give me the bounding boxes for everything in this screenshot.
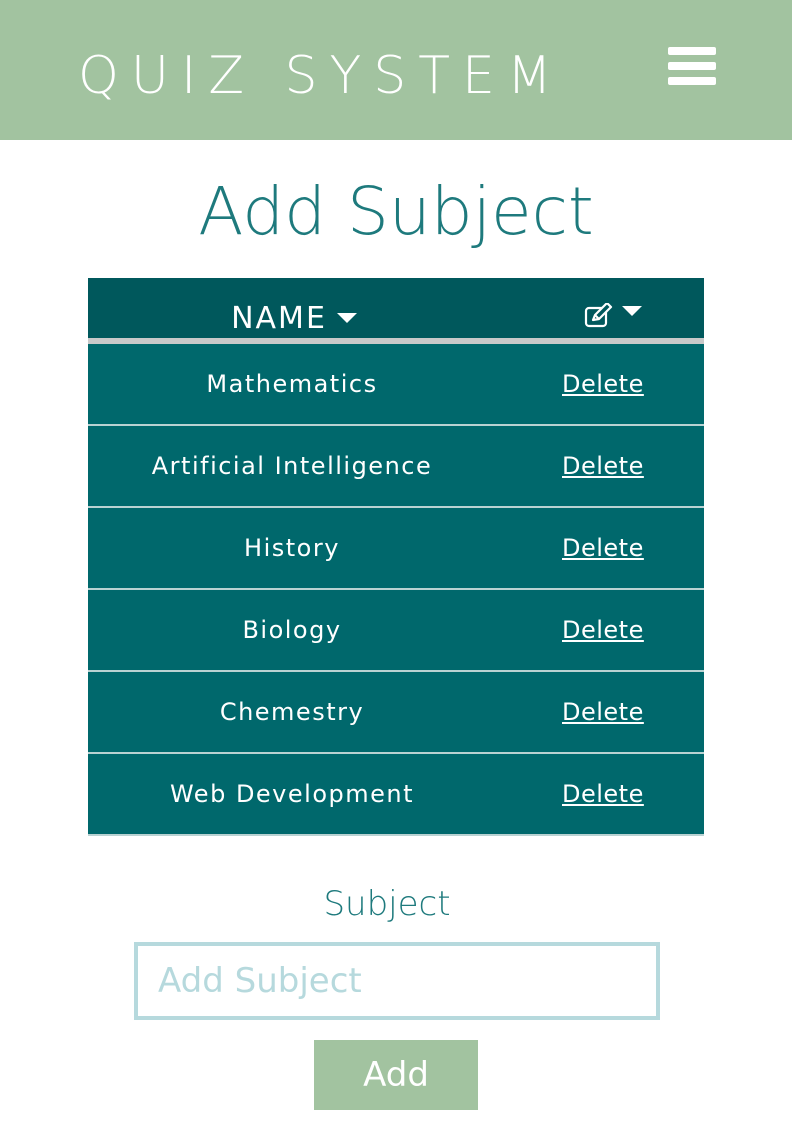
edit-icon xyxy=(584,303,613,328)
subject-name: Chemestry xyxy=(219,698,365,726)
page-title: Add Subject xyxy=(198,173,594,250)
delete-link[interactable]: Delete xyxy=(562,754,643,834)
column-header-name[interactable]: NAME xyxy=(88,278,500,344)
delete-link[interactable]: Delete xyxy=(562,344,643,424)
subject-name: Artificial Intelligence xyxy=(151,452,433,480)
menu-bar xyxy=(668,47,716,55)
delete-link[interactable]: Delete xyxy=(562,672,643,752)
top-navbar: QUIZ SYSTEM xyxy=(0,0,792,140)
column-header-actions[interactable] xyxy=(584,278,684,344)
table-row: Mathematics Delete xyxy=(88,344,704,426)
subject-name: History xyxy=(244,534,340,562)
delete-link[interactable]: Delete xyxy=(562,508,643,588)
menu-bar xyxy=(668,62,716,70)
table-row: Artificial Intelligence Delete xyxy=(88,426,704,508)
table-header: NAME xyxy=(88,278,704,344)
app-brand-title[interactable]: QUIZ SYSTEM xyxy=(78,44,564,108)
subject-name: Mathematics xyxy=(206,370,378,398)
delete-link[interactable]: Delete xyxy=(562,590,643,670)
table-row: Web Development Delete xyxy=(88,754,704,836)
subject-input[interactable] xyxy=(134,942,660,1020)
subject-field-label: Subject xyxy=(323,884,451,924)
column-header-name-label: NAME xyxy=(231,300,327,336)
subjects-table: NAME Mathematics Delete Artificial Intel… xyxy=(88,278,704,836)
subject-name: Biology xyxy=(242,616,342,644)
table-row: Biology Delete xyxy=(88,590,704,672)
delete-link[interactable]: Delete xyxy=(562,426,643,506)
table-row: Chemestry Delete xyxy=(88,672,704,754)
table-row: History Delete xyxy=(88,508,704,590)
dropdown-caret-icon xyxy=(622,306,642,316)
add-subject-button[interactable]: Add xyxy=(314,1040,478,1110)
sort-caret-icon xyxy=(336,313,357,323)
subject-name: Web Development xyxy=(169,780,415,808)
menu-bar xyxy=(668,77,716,85)
hamburger-menu-icon[interactable] xyxy=(668,46,718,88)
